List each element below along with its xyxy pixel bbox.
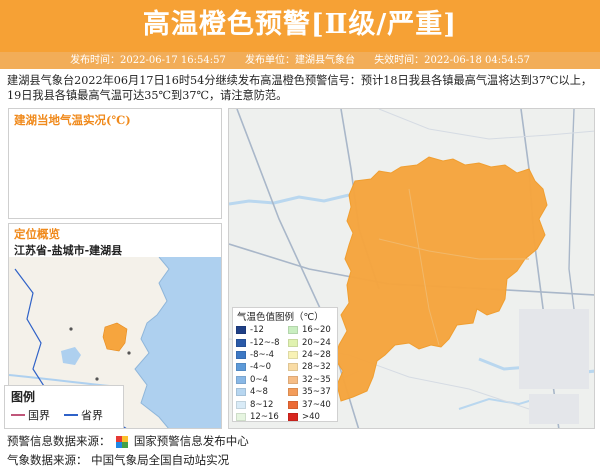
temperature-legend-swatch (236, 412, 246, 421)
boundary-legend: 图例 国界 省界 (4, 385, 124, 429)
province-border-swatch (64, 414, 78, 416)
temperature-legend-label: 35~37 (302, 387, 331, 398)
location-path: 江苏省-盐城市-建湖县 (14, 244, 123, 257)
warning-source-name[interactable]: 国家预警信息发布中心 (134, 434, 249, 448)
temperature-legend-swatch (288, 375, 298, 384)
temperature-legend-swatch (236, 338, 246, 347)
temperature-legend-item: -8~-4 (236, 349, 288, 361)
temperature-legend-swatch (236, 363, 246, 372)
temperature-legend-label: >40 (302, 411, 320, 422)
temperature-legend-swatch (288, 338, 298, 347)
temperature-legend-item: 28~32 (288, 361, 340, 373)
temperature-legend-swatch (236, 388, 246, 397)
temperature-legend-label: 37~40 (302, 399, 331, 410)
temperature-legend-item: 4~8 (236, 386, 288, 398)
temperature-legend-label: -12 (250, 325, 264, 336)
expire-time: 失效时间：2022-06-18 04:54:57 (374, 55, 530, 66)
temperature-legend-label: 24~28 (302, 349, 331, 360)
boundary-legend-title: 图例 (11, 390, 36, 404)
city-marker (127, 351, 131, 355)
warning-center-logo-icon (116, 436, 129, 448)
temperature-legend-label: 16~20 (302, 325, 331, 336)
province-border-label: 省界 (81, 409, 103, 422)
temperature-legend-item: -4~0 (236, 361, 288, 373)
temperature-legend-swatch (236, 350, 246, 359)
temperature-legend-swatch (288, 350, 298, 359)
temperature-legend-label: -12~-8 (250, 337, 280, 348)
temperature-legend-swatch (288, 363, 298, 372)
temperature-legend-item: 35~37 (288, 386, 340, 398)
national-border-label: 国界 (28, 409, 50, 422)
temperature-legend-swatch (288, 412, 298, 421)
temperature-legend-item: 37~40 (288, 398, 340, 410)
temperature-legend-swatch (236, 375, 246, 384)
temperature-panel-title: 建湖当地气温实况(℃) (14, 113, 131, 127)
weather-source-label: 气象数据来源： (7, 453, 88, 467)
temperature-legend-label: -4~0 (250, 362, 272, 373)
warning-header: 高温橙色预警[Ⅱ级/严重] (0, 0, 600, 52)
temperature-legend-swatch (288, 400, 298, 409)
temperature-legend-item: >40 (288, 411, 340, 423)
weather-source-name: 中国气象局全国自动站实况 (91, 453, 230, 467)
temperature-legend-label: 0~4 (250, 374, 268, 385)
temperature-legend-item: -12~-8 (236, 336, 288, 348)
temperature-legend-label: 12~16 (250, 411, 279, 422)
publish-time: 发布时间：2022-06-17 16:54:57 (70, 55, 226, 66)
temperature-legend-label: 4~8 (250, 387, 268, 398)
temperature-legend-item: 8~12 (236, 398, 288, 410)
warning-source-line: 预警信息数据来源： 国家预警信息发布中心 (7, 433, 597, 449)
temperature-legend-label: -8~-4 (250, 349, 275, 360)
boundary-legend-row: 国界 省界 (5, 407, 123, 423)
local-temperature-panel: 建湖当地气温实况(℃) (8, 108, 222, 219)
temperature-legend-item: 20~24 (288, 336, 340, 348)
warning-source-label: 预警信息数据来源： (7, 434, 111, 448)
publisher: 发布单位：建湖县气象台 (245, 55, 355, 66)
warning-description: 建湖县气象台2022年06月17日16时54分继续发布高温橙色预警信号：预计18… (7, 74, 593, 102)
temperature-legend-item: 32~35 (288, 374, 340, 386)
temperature-legend-swatch (236, 326, 246, 335)
weather-source-line: 气象数据来源： 中国气象局全国自动站实况 (7, 452, 597, 468)
temperature-legend-item: 0~4 (236, 374, 288, 386)
temperature-legend-label: 20~24 (302, 337, 331, 348)
warning-meta-bar: 发布时间：2022-06-17 16:54:57 发布单位：建湖县气象台 失效时… (0, 52, 600, 69)
temperature-legend-label: 28~32 (302, 362, 331, 373)
temperature-legend-swatch (236, 400, 246, 409)
location-title: 定位概览 (14, 227, 60, 241)
temperature-legend-grid: -12 16~20 -12~-8 20~24 -8~-4 24~28 -4~0 28~32 0~… (233, 324, 337, 423)
urban-area (519, 309, 589, 389)
national-border-swatch (11, 414, 25, 416)
temperature-legend-item: 12~16 (236, 411, 288, 423)
warning-title: 高温橙色预警[Ⅱ级/严重] (142, 9, 458, 40)
temperature-color-legend: 气温色值图例（℃） -12 16~20 -12~-8 20~24 -8~-4 24~28-… (232, 307, 338, 422)
temperature-legend-label: 32~35 (302, 374, 331, 385)
city-marker (95, 377, 99, 381)
temperature-legend-swatch (288, 326, 298, 335)
temperature-legend-swatch (288, 388, 298, 397)
urban-area (529, 394, 579, 424)
city-marker (69, 327, 73, 331)
temperature-legend-item: 24~28 (288, 349, 340, 361)
temperature-legend-label: 8~12 (250, 399, 274, 410)
temperature-legend-item: 16~20 (288, 324, 340, 336)
temperature-legend-title: 气温色值图例（℃） (237, 312, 324, 323)
temperature-legend-item: -12 (236, 324, 288, 336)
